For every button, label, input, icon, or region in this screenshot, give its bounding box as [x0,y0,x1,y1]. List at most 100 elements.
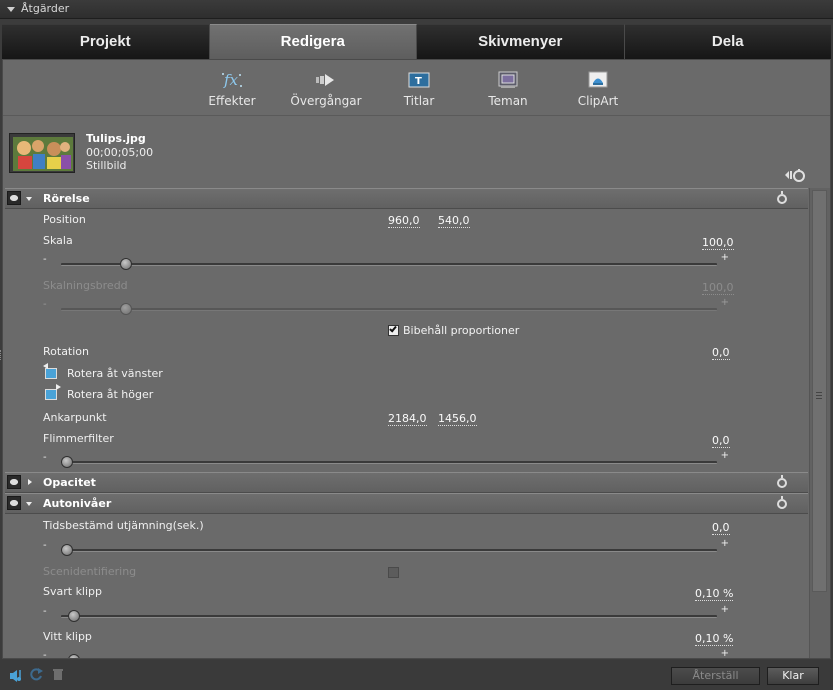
effects-button[interactable]: fx Effekter [207,70,257,108]
slider-minus: - [43,452,47,463]
scene-detect-label: Scenidentifiering [43,565,137,578]
clipart-label: ClipArt [577,94,619,108]
slider-knob[interactable] [120,258,133,270]
slider-knob[interactable] [67,654,80,658]
smoothing-slider[interactable]: - + [43,538,729,557]
slider-track[interactable] [61,549,717,552]
slider-plus: + [720,252,729,263]
anchor-y-value[interactable]: 1456,0 [438,413,477,426]
slider-minus: - [43,299,47,310]
effects-label: Effekter [208,94,256,108]
scale-value[interactable]: 100,0 [702,237,734,250]
section-autolevels-header[interactable]: Autonivåer [5,493,808,514]
toolbar-divider [3,115,830,116]
flicker-value[interactable]: 0,0 [712,435,730,448]
bottom-bar: Återställ Klar [0,660,833,690]
keep-proportions-label[interactable]: Bibehåll proportioner [403,324,519,337]
trash-icon[interactable] [51,667,65,681]
scene-detect-checkbox [388,567,399,578]
themes-button[interactable]: Teman [487,70,529,108]
expand-triangle-icon[interactable] [28,479,32,485]
clip-name: Tulips.jpg [86,132,146,145]
slider-plus: + [720,604,729,615]
clip-type: Stillbild [86,159,127,172]
rotate-right-label[interactable]: Rotera åt höger [67,388,153,401]
rotate-left-icon[interactable] [43,363,61,381]
black-clip-value[interactable]: 0,10 % [695,588,734,601]
titles-button[interactable]: T Titlar [402,70,436,108]
eye-icon[interactable] [7,475,21,489]
slider-track[interactable] [61,263,717,266]
redo-icon[interactable] [30,667,44,681]
tab-skivmenyer[interactable]: Skivmenyer [417,24,625,59]
black-clip-slider[interactable]: - + [43,604,729,623]
svg-text:fx: fx [223,71,239,89]
section-autolevels-title: Autonivåer [43,497,112,510]
edit-panel: fx Effekter Övergångar T Titlar Teman Cl… [2,59,831,659]
section-opacity-header[interactable]: Opacitet [5,472,808,493]
scale-label: Skala [43,234,73,247]
rotation-label: Rotation [43,345,90,358]
clipart-button[interactable]: ClipArt [577,70,619,108]
slider-track[interactable] [61,461,717,464]
stopwatch-icon[interactable] [777,475,787,488]
slider-minus: - [43,254,47,265]
expand-triangle-icon[interactable] [26,197,32,201]
scrollbar-thumb[interactable] [812,190,827,592]
audio-music-icon[interactable] [9,667,23,682]
eye-icon[interactable] [7,496,21,510]
transitions-label: Övergångar [290,94,362,108]
expand-triangle-icon[interactable] [26,502,32,506]
done-button[interactable]: Klar [767,667,819,685]
stopwatch-icon[interactable] [777,191,787,204]
tab-projekt[interactable]: Projekt [2,24,210,59]
slider-track[interactable] [61,615,717,618]
rotate-left-label[interactable]: Rotera åt vänster [67,367,163,380]
clip-thumbnail [9,133,75,173]
keep-proportions-checkbox[interactable] [388,324,399,336]
reset-button[interactable]: Återställ [671,667,760,685]
slider-knob[interactable] [61,544,73,556]
slider-plus: + [720,538,729,549]
slider-minus: - [43,540,47,551]
section-opacity-title: Opacitet [43,476,96,489]
themes-label: Teman [488,94,528,108]
section-motion-header[interactable]: Rörelse [5,188,808,209]
stopwatch-icon[interactable] [777,496,787,509]
collapse-triangle-icon[interactable] [7,7,15,12]
transition-icon [290,70,362,90]
slider-track [61,308,717,311]
position-x-value[interactable]: 960,0 [388,215,420,228]
scale-slider[interactable]: - + [43,252,729,271]
resize-grip[interactable] [0,350,2,360]
position-y-value[interactable]: 540,0 [438,215,470,228]
rotation-value[interactable]: 0,0 [712,347,730,360]
white-clip-slider[interactable]: - + [43,648,729,658]
slider-knob[interactable] [61,456,73,468]
flicker-slider[interactable]: - + [43,450,729,469]
titles-label: Titlar [403,94,435,108]
slider-minus: - [43,650,47,658]
clip-duration: 00;00;05;00 [86,146,154,159]
keyframe-toggle-button[interactable] [784,168,806,182]
vertical-scrollbar[interactable] [809,188,830,658]
slider-plus: + [720,648,729,658]
clipart-icon [577,70,619,90]
transitions-button[interactable]: Övergångar [290,70,362,108]
rotate-right-icon[interactable] [43,384,61,402]
slider-plus: + [720,297,729,308]
tab-redigera[interactable]: Redigera [209,24,417,59]
anchor-x-value[interactable]: 2184,0 [388,413,427,426]
panel-titlebar[interactable]: Åtgärder [0,0,833,19]
checkmark-icon [389,324,397,333]
scrollbar-grip-icon [816,392,822,399]
svg-text:T: T [415,76,422,87]
smoothing-value[interactable]: 0,0 [712,522,730,535]
scale-width-value: 100,0 [702,281,734,295]
white-clip-value[interactable]: 0,10 % [695,633,734,646]
position-label: Position [43,213,86,226]
slider-minus: - [43,606,47,617]
slider-knob[interactable] [67,610,80,622]
eye-icon[interactable] [7,191,21,205]
tab-dela[interactable]: Dela [624,24,831,59]
